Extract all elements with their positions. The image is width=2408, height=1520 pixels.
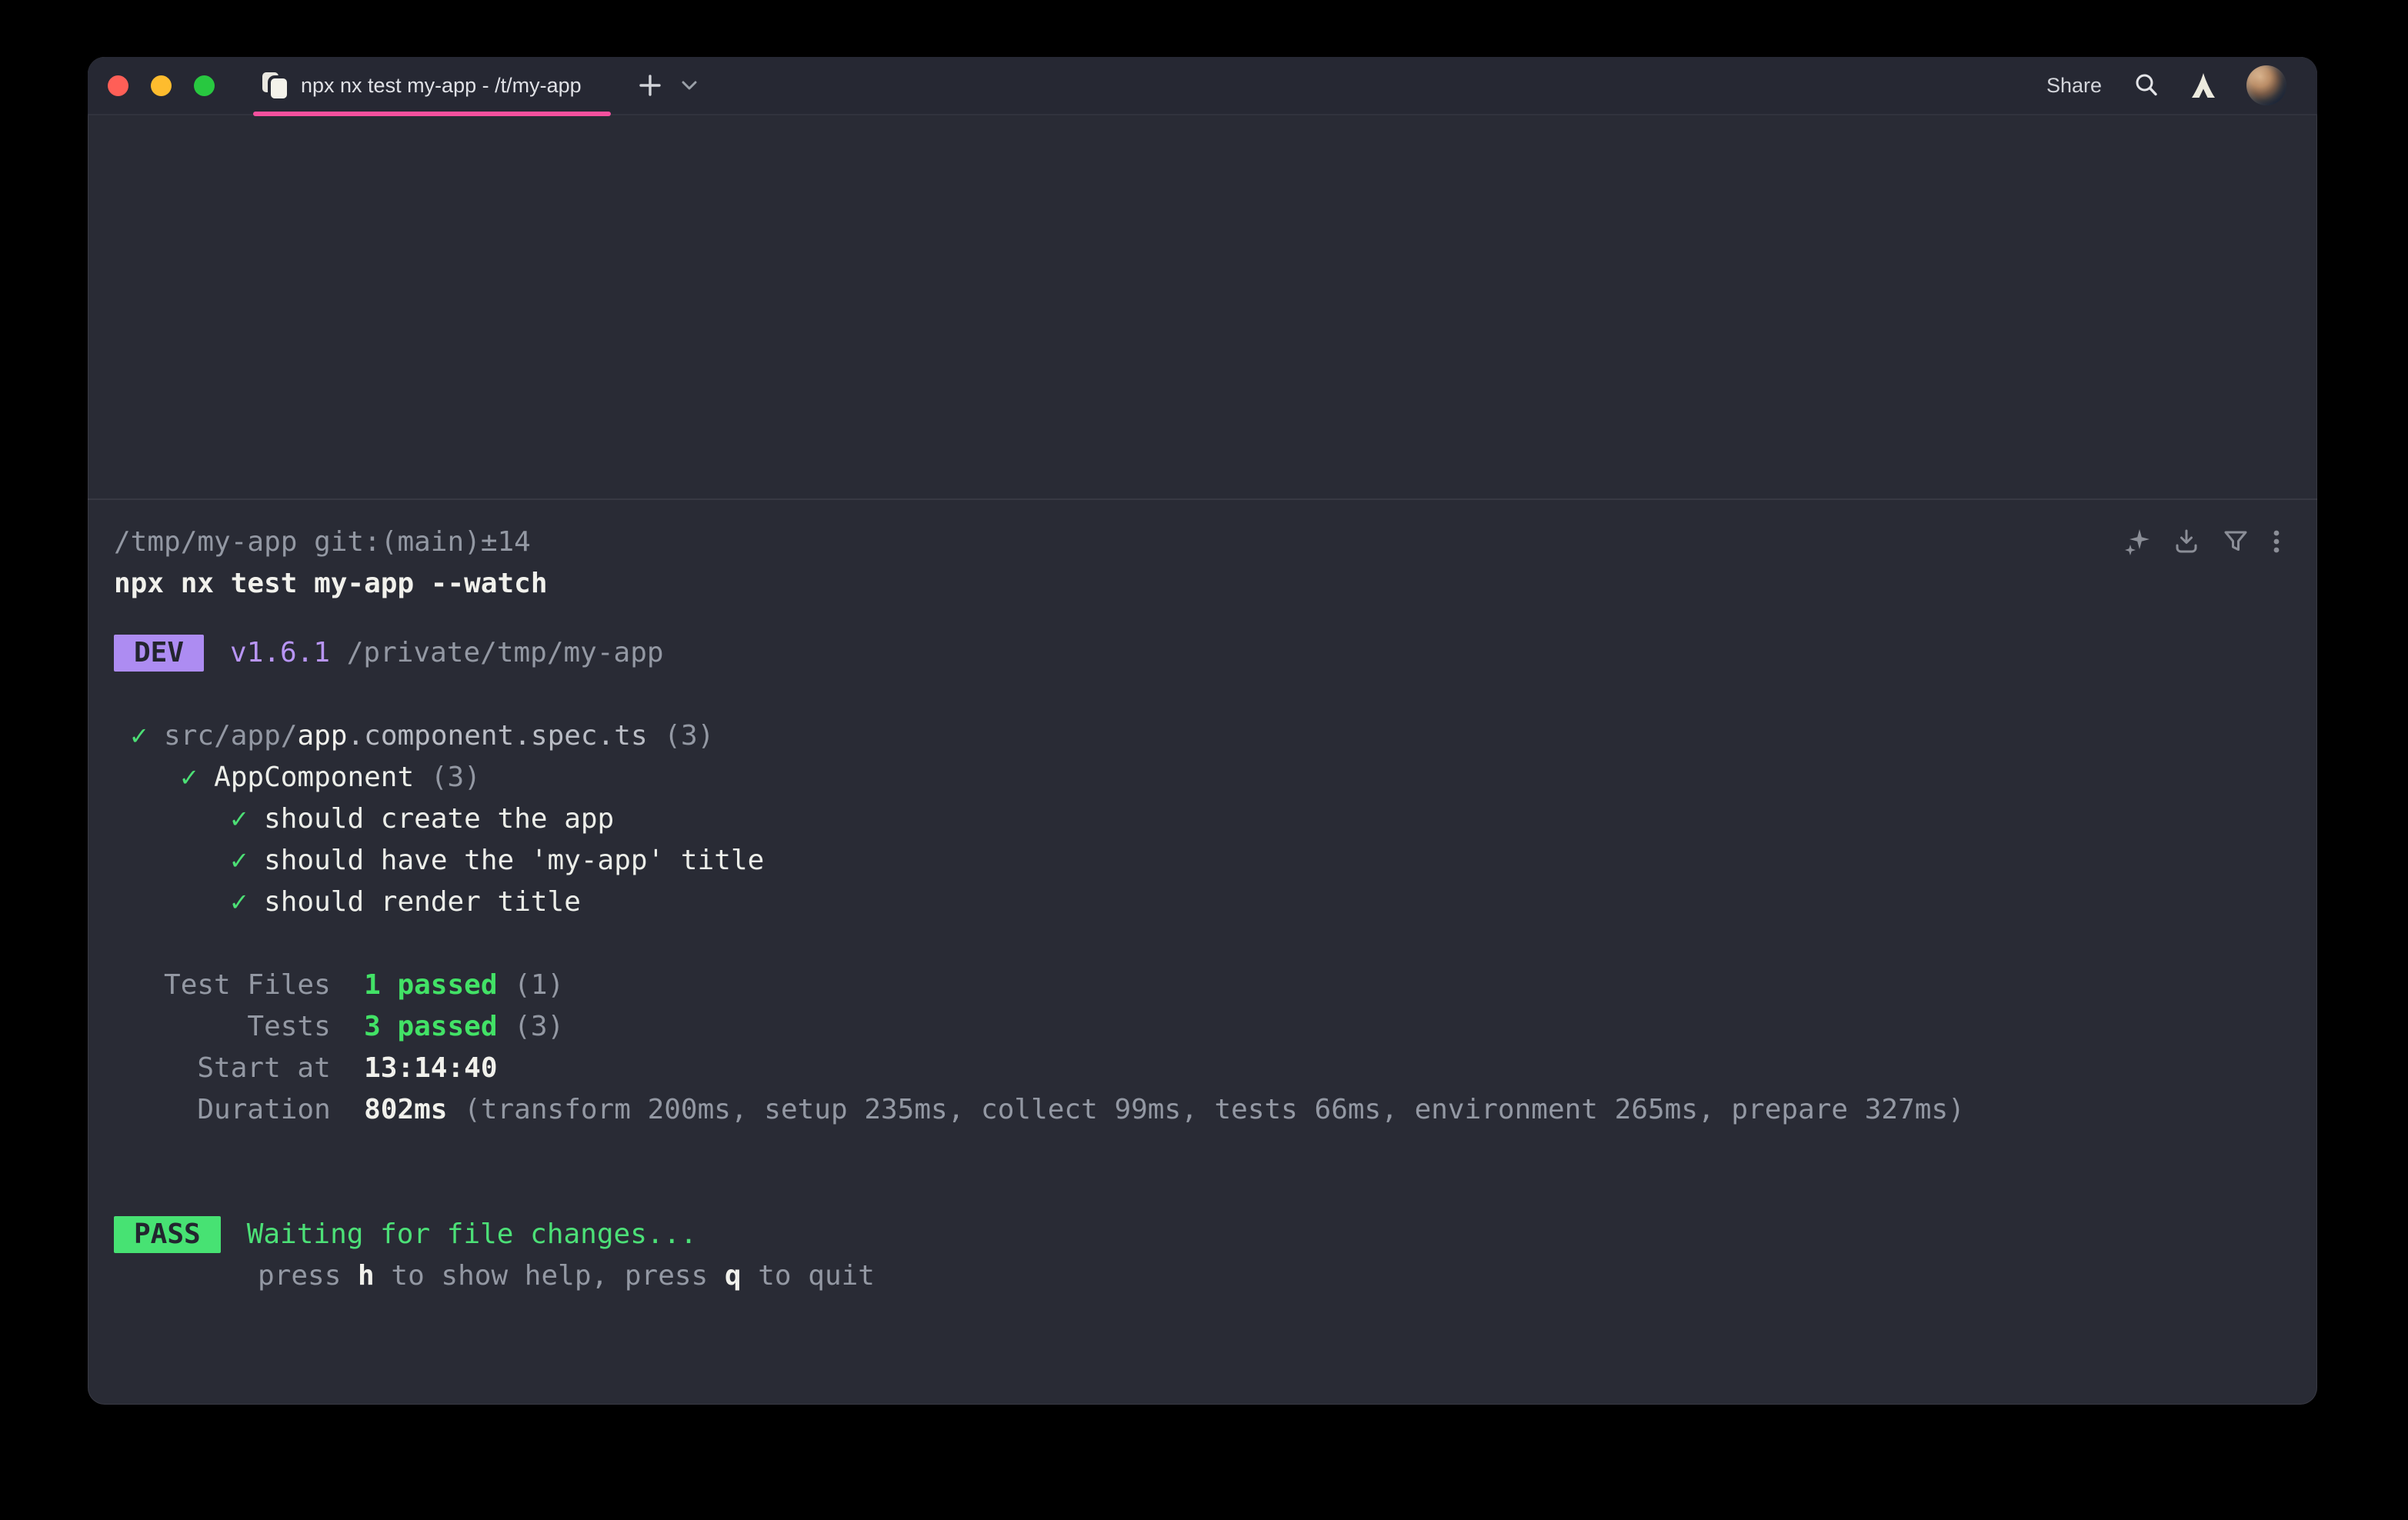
share-block-button[interactable]: [2173, 528, 2200, 555]
previous-terminal-block[interactable]: [88, 115, 2317, 500]
close-window-button[interactable]: [108, 75, 128, 96]
filter-funnel-icon: [2222, 528, 2250, 555]
working-directory: /private/tmp/my-app: [330, 632, 663, 674]
summary-row-tests: Tests 3 passed (3): [114, 1006, 2282, 1048]
check-icon: ✓: [231, 845, 248, 876]
warp-menu-button[interactable]: [2191, 72, 2216, 98]
summary-row-duration: Duration 802ms (transform 200ms, setup 2…: [114, 1089, 2282, 1131]
block-actions-toolbar: [2123, 528, 2282, 555]
tab-active[interactable]: npx nx test my-app - /t/my-app: [247, 57, 617, 115]
watch-keys-hint: press h to show help, press q to quit: [258, 1255, 2282, 1297]
summary-row-test-files: Test Files 1 passed (1): [114, 965, 2282, 1006]
terminal-output-block[interactable]: /tmp/my-app git:(main)±14 npx nx test my…: [88, 500, 2317, 1405]
check-icon: ✓: [231, 886, 248, 918]
download-icon: [2173, 528, 2200, 555]
sparkle-icon: [2123, 528, 2151, 555]
user-avatar[interactable]: [2246, 65, 2286, 105]
watch-status-line: PASS Waiting for file changes...: [114, 1214, 2282, 1255]
pass-badge: PASS: [114, 1216, 221, 1253]
terminal-window: npx nx test my-app - /t/my-app Share: [88, 57, 2317, 1405]
search-icon: [2133, 72, 2160, 99]
filter-block-button[interactable]: [2222, 528, 2250, 555]
command-text: npx nx test my-app --watch: [114, 563, 2282, 605]
ai-explain-button[interactable]: [2123, 528, 2151, 555]
dev-badge: DEV: [114, 635, 204, 672]
check-icon: ✓: [181, 762, 198, 793]
test-suite-row: ✓ AppComponent (3): [114, 757, 2282, 798]
search-button[interactable]: [2133, 72, 2160, 99]
watch-status-message: Waiting for file changes...: [247, 1214, 697, 1255]
tab-title: npx nx test my-app - /t/my-app: [301, 74, 582, 98]
vitest-dev-line: DEV v1.6.1 /private/tmp/my-app: [114, 632, 2282, 674]
minimize-window-button[interactable]: [151, 75, 172, 96]
plus-icon: [637, 72, 663, 98]
test-results-tree: ✓ src/app/app.component.spec.ts (3) ✓ Ap…: [114, 715, 2282, 923]
check-icon: ✓: [131, 720, 148, 752]
block-more-menu-button[interactable]: [2271, 528, 2282, 555]
warp-logo-icon: [2191, 72, 2216, 98]
tab-active-underline: [253, 112, 611, 116]
test-case-row: ✓ should render title: [114, 882, 2282, 923]
vitest-version: v1.6.1: [230, 632, 330, 674]
tab-panes-icon: [262, 72, 287, 98]
chevron-down-icon: [680, 79, 699, 92]
new-tab-button[interactable]: [637, 72, 663, 98]
kebab-menu-icon: [2271, 528, 2282, 555]
summary-row-start-at: Start at 13:14:40: [114, 1048, 2282, 1089]
tab-bar: npx nx test my-app - /t/my-app Share: [88, 57, 2317, 115]
test-case-row: ✓ should have the 'my-app' title: [114, 840, 2282, 882]
maximize-window-button[interactable]: [194, 75, 215, 96]
test-summary: Test Files 1 passed (1) Tests 3 passed (…: [114, 965, 2282, 1131]
test-case-row: ✓ should create the app: [114, 798, 2282, 840]
share-button[interactable]: Share: [2046, 74, 2102, 98]
window-controls: [108, 75, 215, 96]
tab-list-dropdown-button[interactable]: [680, 79, 699, 92]
topbar-right: Share: [2046, 65, 2286, 105]
test-file-row: ✓ src/app/app.component.spec.ts (3): [114, 715, 2282, 757]
shell-prompt: /tmp/my-app git:(main)±14: [114, 522, 2282, 563]
check-icon: ✓: [231, 803, 248, 835]
